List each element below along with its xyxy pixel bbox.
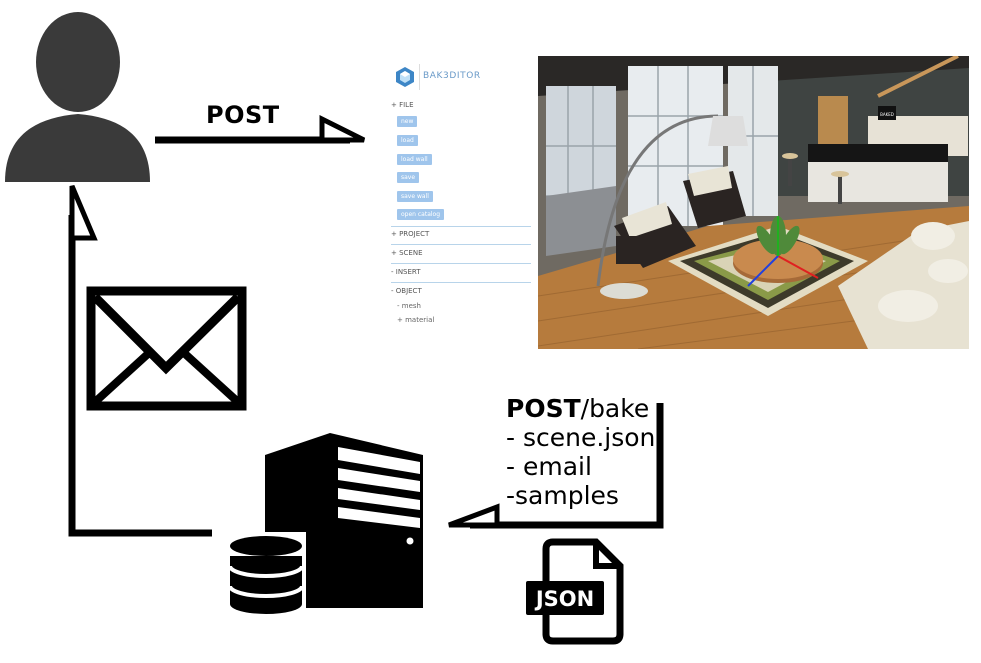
menu-header-insert[interactable]: - INSERT	[391, 268, 421, 276]
bake-method: POST	[506, 394, 581, 423]
menu-button-open-catalog[interactable]: open catalog	[397, 209, 445, 220]
editor-logo-text: BAK3DITOR	[423, 71, 481, 81]
editor-panel: BAK3DITOR + FILE new load load wall save…	[385, 60, 533, 340]
menu-item-material[interactable]: + material	[397, 316, 434, 324]
scene-sign-text: BAKED	[880, 112, 894, 117]
post-label: POST	[206, 101, 280, 129]
menu-header-file[interactable]: + FILE	[391, 101, 414, 109]
menu-button-load[interactable]: load	[397, 135, 418, 146]
bake-item-samples: -samples	[506, 481, 619, 510]
bake-item-email: - email	[506, 452, 592, 481]
bake-item-scene: - scene.json	[506, 423, 656, 452]
logo-divider	[419, 64, 420, 90]
menu-button-load-wall[interactable]: load wall	[397, 154, 432, 165]
database-icon	[226, 532, 306, 614]
menu-divider	[391, 226, 531, 227]
menu-divider	[391, 282, 531, 283]
editor-logo-icon	[396, 67, 414, 87]
menu-divider	[391, 263, 531, 264]
menu-header-scene[interactable]: + SCENE	[391, 249, 423, 257]
email-envelope-icon	[86, 286, 247, 411]
json-file-label: JSON	[534, 587, 594, 611]
bake-request-endpoint: POST/bake	[506, 394, 655, 423]
scene-render-image[interactable]: BAKED	[538, 56, 969, 349]
menu-divider	[391, 244, 531, 245]
user-icon	[5, 12, 150, 182]
json-file-icon: JSON	[526, 538, 624, 645]
bake-request-text: POST/bake - scene.json - email -samples	[506, 394, 655, 510]
menu-header-object[interactable]: - OBJECT	[391, 287, 422, 295]
menu-button-new[interactable]: new	[397, 116, 418, 127]
menu-item-mesh[interactable]: - mesh	[397, 302, 421, 310]
menu-button-save[interactable]: save	[397, 172, 420, 183]
bake-path: /bake	[580, 394, 650, 423]
menu-button-save-wall[interactable]: save wall	[397, 191, 433, 202]
menu-header-project[interactable]: + PROJECT	[391, 230, 429, 238]
